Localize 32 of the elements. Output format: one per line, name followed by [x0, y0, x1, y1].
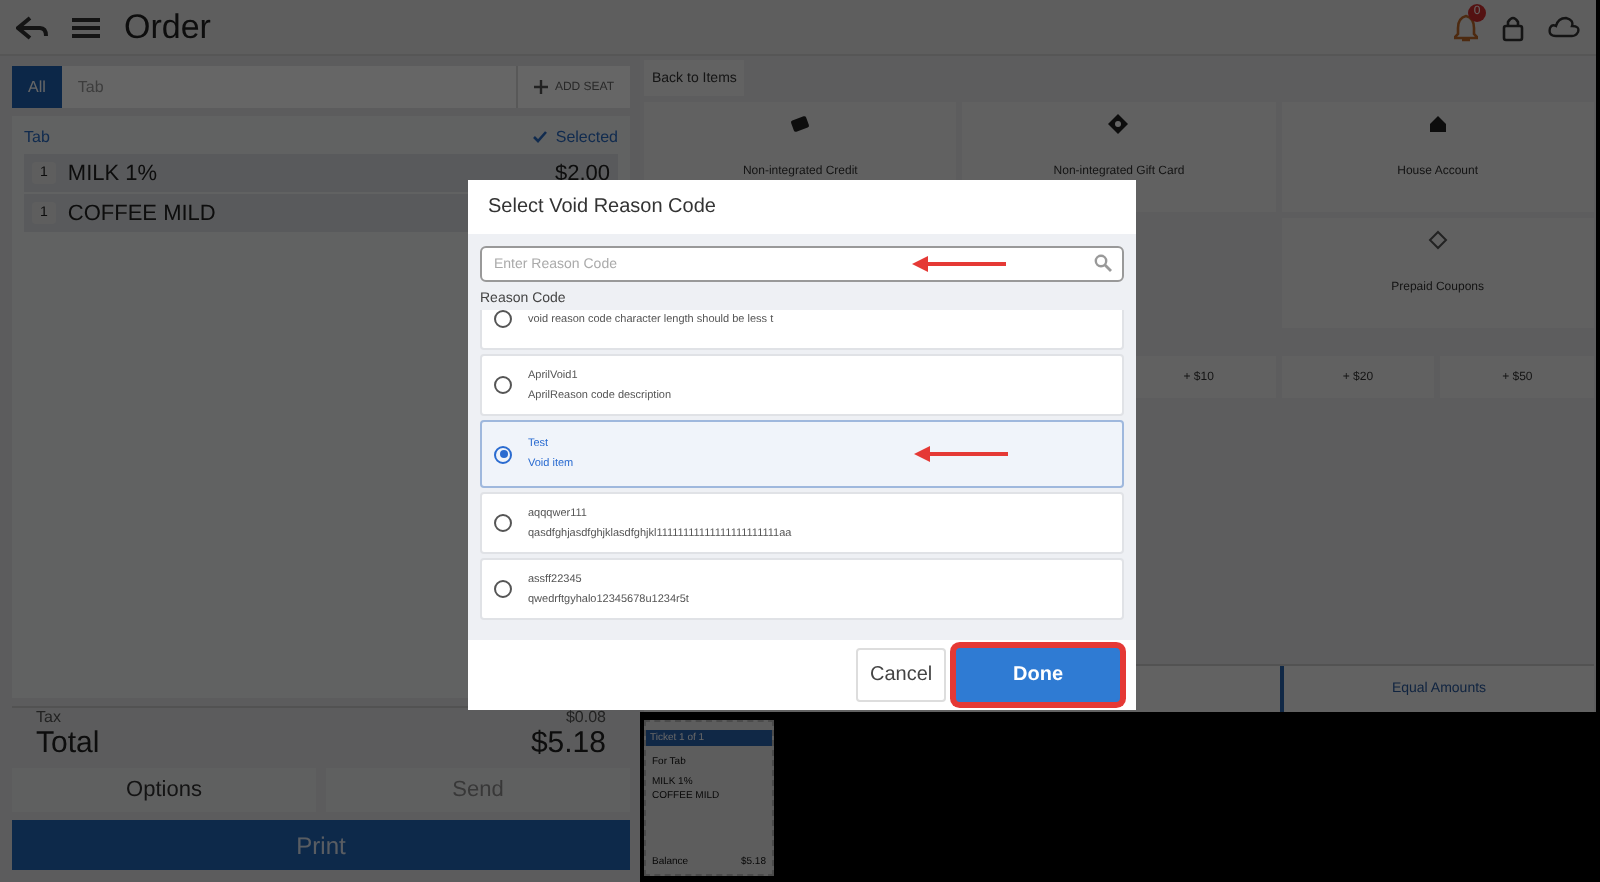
gift-icon: [1108, 114, 1129, 134]
radio-button[interactable]: [494, 310, 512, 328]
back-icon[interactable]: [16, 13, 48, 41]
plus-icon: [534, 80, 549, 94]
radio-button[interactable]: [494, 445, 512, 463]
order-title: Order: [124, 7, 211, 47]
action-button[interactable]: Options: [12, 768, 316, 812]
cloud-icon[interactable]: [1548, 16, 1580, 38]
section-label: Tab: [24, 128, 50, 146]
tag-icon: [1427, 230, 1448, 250]
total-label: Total: [36, 726, 100, 760]
print-button[interactable]: Print: [12, 820, 630, 870]
selected-label: Selected: [555, 128, 618, 146]
card-icon: [790, 114, 811, 134]
item-name: MILK 1%: [67, 161, 158, 185]
check-icon: [531, 130, 548, 144]
radio-button[interactable]: [494, 376, 512, 394]
cancel-button[interactable]: Cancel: [856, 648, 946, 702]
search-icon: [1094, 254, 1112, 272]
total-amount: $5.18: [530, 726, 606, 760]
item-price: $2.00: [554, 161, 610, 185]
radio-button[interactable]: [494, 580, 512, 598]
item-name: COFFEE MILD: [67, 201, 216, 225]
dialog-title: Select Void Reason Code: [468, 180, 1136, 234]
house-icon: [1427, 114, 1448, 134]
menu-icon[interactable]: [72, 15, 100, 39]
tax-amount: $0.08: [565, 708, 606, 726]
done-button[interactable]: Done: [956, 648, 1120, 702]
seat-tab[interactable]: All: [12, 66, 62, 108]
tax-label: Tax: [36, 708, 61, 726]
lock-icon[interactable]: [1502, 13, 1524, 41]
radio-button[interactable]: [494, 514, 512, 532]
